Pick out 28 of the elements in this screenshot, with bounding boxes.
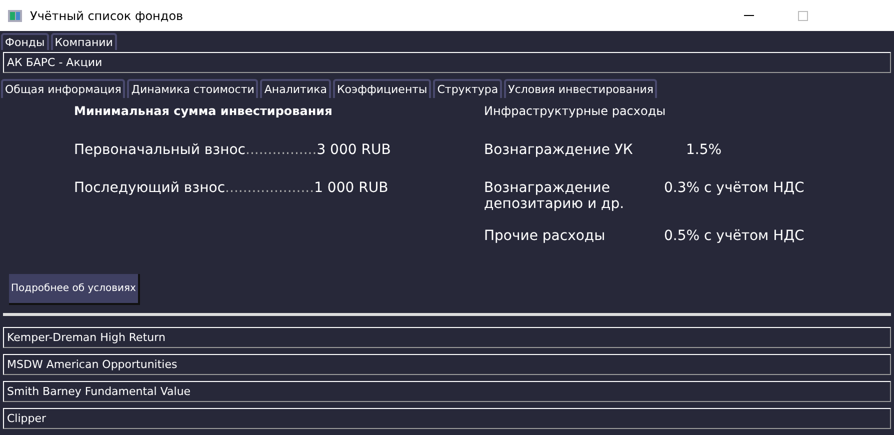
amount-row-text: Первоначальный взнос................3 000 RUB bbox=[74, 142, 392, 160]
expense-value: 0.3% с учётом НДС bbox=[664, 180, 804, 198]
tab[interactable]: Условия инвестирования bbox=[504, 79, 658, 98]
tab[interactable]: Аналитика bbox=[260, 79, 331, 98]
tab[interactable]: Динамика стоимости bbox=[127, 79, 258, 98]
amount-row-text: Последующий взнос....................1 000 RUB bbox=[74, 180, 390, 198]
fund-item[interactable]: Clipper bbox=[3, 408, 891, 429]
app-icon bbox=[8, 10, 22, 22]
maximize-icon[interactable] bbox=[798, 10, 808, 20]
tab[interactable]: Общая информация bbox=[1, 79, 126, 98]
window-title: Учётный список фондов bbox=[30, 8, 184, 22]
fund-title: АК БАРС - Акции bbox=[3, 52, 891, 73]
expense-label: Вознаграждение УК bbox=[484, 142, 634, 160]
tab[interactable]: Структура bbox=[433, 79, 502, 98]
section-heading: Минимальная сумма инвестирования bbox=[74, 104, 334, 120]
tab[interactable]: Коэффициенты bbox=[333, 79, 432, 98]
expense-value: 0.5% с учётом НДС bbox=[664, 228, 804, 246]
fund-item[interactable]: Smith Barney Fundamental Value bbox=[3, 381, 891, 402]
expense-label: Вознаграждение депозитарию и др. bbox=[484, 180, 626, 214]
fund-item[interactable]: MSDW American Opportunities bbox=[3, 354, 891, 375]
tab[interactable]: Фонды bbox=[1, 33, 49, 50]
details-button[interactable]: Подробнее об условиях bbox=[9, 274, 140, 305]
minimize-icon[interactable] bbox=[744, 15, 754, 16]
section-heading: Инфраструктурные расходы bbox=[484, 104, 667, 120]
fund-item[interactable]: Kemper-Dreman High Return bbox=[3, 327, 891, 348]
tab[interactable]: Компании bbox=[50, 33, 117, 50]
expense-value: 1.5% bbox=[686, 142, 722, 160]
expense-label: Прочие расходы bbox=[484, 228, 606, 246]
